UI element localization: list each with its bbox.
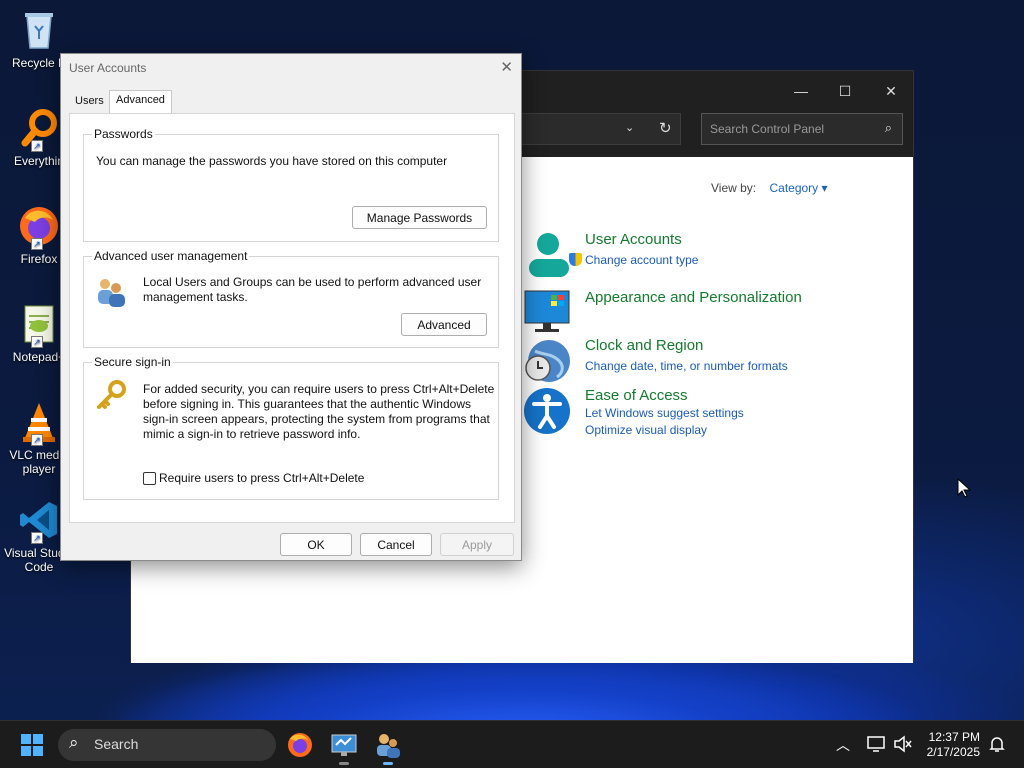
minimize-button[interactable]: — (779, 77, 823, 105)
key-icon (94, 379, 128, 413)
running-indicator (339, 762, 349, 765)
category-title[interactable]: User Accounts (585, 231, 682, 248)
close-button[interactable]: ✕ (869, 77, 913, 105)
advanced-tab-panel: Passwords You can manage the passwords y… (69, 113, 515, 523)
volume-muted-icon[interactable] (893, 735, 913, 753)
search-placeholder: Search Control Panel (710, 122, 825, 136)
view-by-value: Category (769, 181, 819, 195)
view-by: View by: Category ▾ (711, 181, 828, 195)
tab-users[interactable]: Users (69, 92, 110, 112)
uac-shield-icon (569, 253, 582, 266)
windows-logo-icon (21, 734, 43, 756)
shortcut-arrow-icon: ↗ (31, 336, 43, 348)
clock-time: 12:37 PM (928, 730, 980, 744)
network-icon[interactable] (866, 735, 886, 753)
passwords-group: Passwords You can manage the passwords y… (83, 127, 499, 242)
desktop-icon-label: Firefox (20, 252, 58, 266)
chevron-down-icon[interactable]: ⌄ (625, 121, 634, 134)
users-group-icon (94, 275, 128, 309)
taskbar-firefox[interactable] (284, 729, 316, 761)
link-label: Change account type (585, 253, 699, 267)
ok-button[interactable]: OK (280, 533, 352, 556)
change-date-time-link[interactable]: Change date, time, or number formats (585, 359, 788, 373)
shortcut-arrow-icon: ↗ (31, 434, 43, 446)
firefox-icon (288, 733, 312, 757)
desktop-icon-label: Notepad+ (12, 350, 66, 364)
passwords-heading: Passwords (92, 127, 155, 141)
secure-sign-in-heading: Secure sign-in (92, 355, 173, 369)
maximize-button[interactable]: ☐ (823, 77, 867, 105)
everything-search-icon: ↗ (17, 106, 61, 152)
desktop-icon-label: Everythin (13, 154, 65, 168)
category-title[interactable]: Ease of Access (585, 387, 688, 404)
tab-advanced[interactable]: Advanced (109, 90, 172, 114)
cancel-button[interactable]: Cancel (360, 533, 432, 556)
vlc-cone-icon: ↗ (17, 400, 61, 446)
view-by-dropdown[interactable]: Category ▾ (769, 181, 827, 195)
require-ctrl-alt-delete-checkbox[interactable] (143, 472, 156, 485)
taskbar-user-accounts[interactable] (372, 729, 404, 765)
dialog-title: User Accounts (69, 61, 147, 75)
control-panel-icon (331, 734, 357, 756)
vscode-icon: ↗ (17, 498, 61, 544)
advanced-button[interactable]: Advanced (401, 313, 487, 336)
advanced-user-management-description: Local Users and Groups can be used to pe… (143, 275, 482, 304)
clock[interactable]: 12:37 PM 2/17/2025 (927, 730, 980, 760)
show-hidden-icons-chevron-icon[interactable]: ︿ (836, 735, 850, 755)
taskbar-search-label: Search (94, 736, 139, 752)
clock-globe-icon (523, 337, 571, 385)
caret-down-icon: ▾ (821, 181, 828, 195)
firefox-icon: ↗ (17, 204, 61, 250)
category-title[interactable]: Clock and Region (585, 337, 703, 354)
user-accounts-icon (523, 231, 571, 279)
manage-passwords-button[interactable]: Manage Passwords (352, 206, 487, 229)
require-ctrl-alt-delete-label[interactable]: Require users to press Ctrl+Alt+Delete (159, 471, 364, 486)
search-control-panel-input[interactable]: Search Control Panel ⌕ (701, 113, 903, 145)
let-windows-suggest-link[interactable]: Let Windows suggest settings (585, 406, 744, 420)
monitor-icon (523, 289, 571, 337)
advanced-user-management-group: Advanced user management Local Users and… (83, 249, 499, 348)
taskbar: ⌕ Search ︿ 12:37 PM 2/17/2025 (0, 720, 1024, 768)
refresh-icon[interactable]: ↻ (659, 119, 672, 137)
shortcut-arrow-icon: ↗ (31, 238, 43, 250)
address-bar[interactable]: ⌄ ↻ (521, 113, 681, 145)
active-indicator (383, 762, 393, 765)
taskbar-control-panel[interactable] (328, 729, 360, 765)
shortcut-arrow-icon: ↗ (31, 140, 43, 152)
mouse-cursor-icon (957, 477, 972, 498)
change-account-type-link[interactable]: Change account type (569, 253, 699, 267)
apply-button[interactable]: Apply (440, 533, 514, 556)
shortcut-arrow-icon: ↗ (31, 532, 43, 544)
category-title[interactable]: Appearance and Personalization (585, 289, 802, 306)
user-accounts-icon (377, 734, 400, 758)
recycle-bin-icon (17, 8, 61, 52)
clock-date: 2/17/2025 (926, 745, 980, 759)
passwords-description: You can manage the passwords you have st… (96, 154, 448, 168)
view-by-label: View by: (711, 181, 757, 195)
search-icon: ⌕ (69, 733, 79, 752)
dialog-close-icon[interactable]: ✕ (500, 58, 513, 76)
notification-bell-icon[interactable] (988, 735, 1006, 753)
desktop-icon-label: Recycle B (11, 56, 67, 70)
accessibility-icon (523, 387, 571, 435)
secure-sign-in-group: Secure sign-in For added security, you c… (83, 355, 499, 500)
optimize-visual-display-link[interactable]: Optimize visual display (585, 423, 707, 437)
taskbar-search[interactable]: ⌕ Search (58, 729, 276, 761)
advanced-user-management-heading: Advanced user management (92, 249, 250, 263)
start-button[interactable] (16, 729, 48, 761)
search-icon[interactable]: ⌕ (885, 120, 892, 136)
user-accounts-dialog: User Accounts ✕ Users Advanced Passwords… (60, 53, 522, 561)
notepad-plus-plus-icon: ↗ (17, 302, 61, 348)
secure-sign-in-description: For added security, you can require user… (143, 382, 495, 441)
